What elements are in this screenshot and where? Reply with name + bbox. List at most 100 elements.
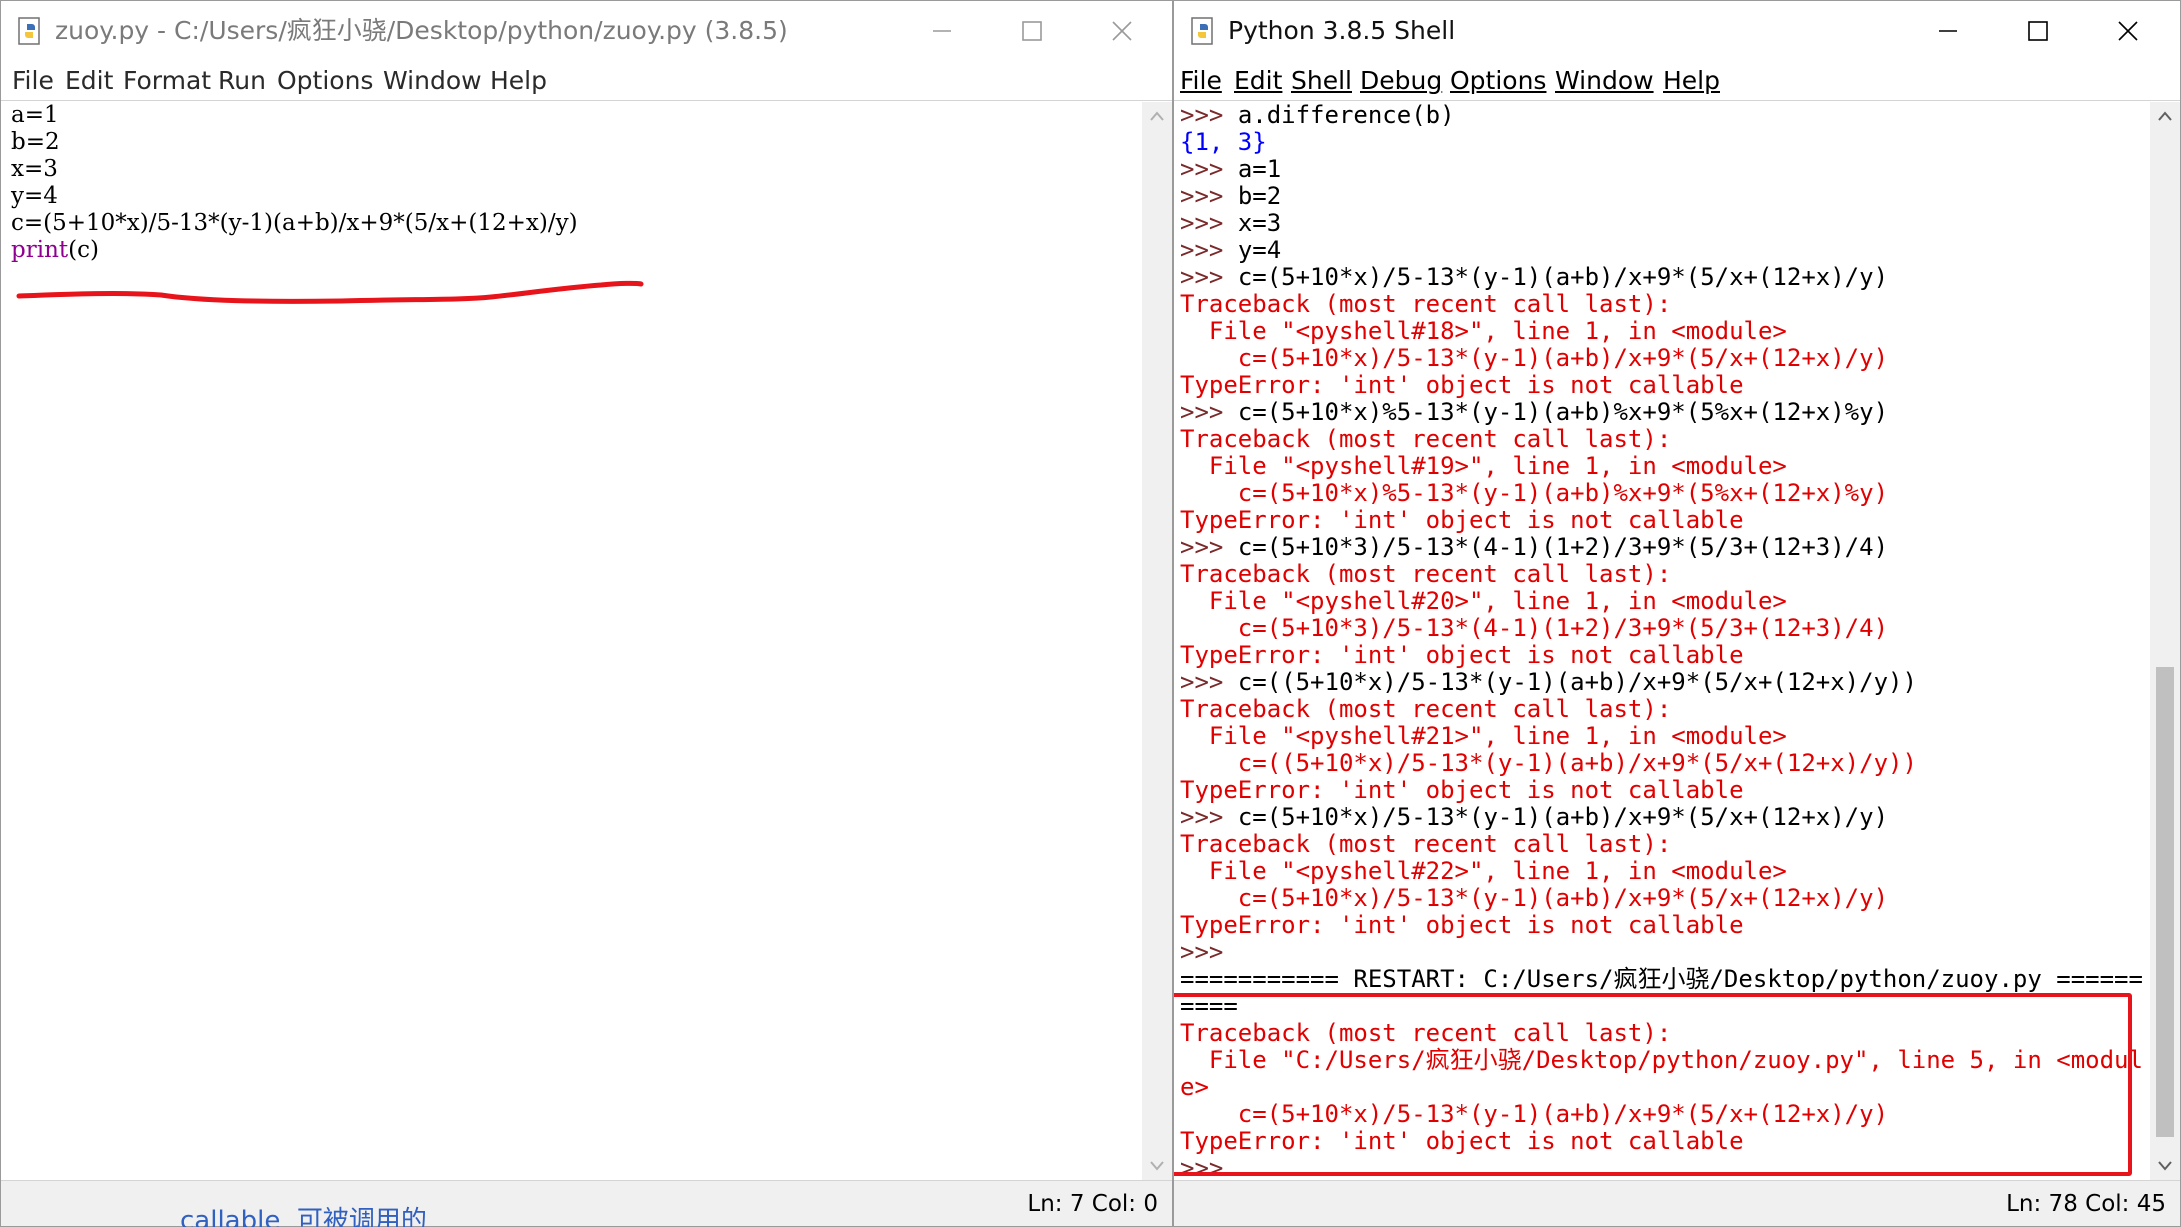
python-file-icon: [18, 17, 40, 45]
editor-window-title: zuoy.py - C:/Users/疯狂小骁/Desktop/python/z…: [55, 16, 788, 45]
editor-titlebar[interactable]: zuoy.py - C:/Users/疯狂小骁/Desktop/python/z…: [1, 1, 1172, 61]
cursor-position: Ln: 7 Col: 0: [1027, 1191, 1158, 1217]
minimize-button[interactable]: [897, 1, 987, 61]
python-shell-icon: [1191, 17, 1213, 45]
scroll-down-arrow-icon[interactable]: [1149, 1160, 1165, 1172]
close-button[interactable]: [2083, 1, 2173, 61]
shell-output: {1, 3}: [1180, 128, 1267, 156]
shell-line: >>> a.difference(b): [1180, 102, 1455, 129]
menu-shell[interactable]: Shell: [1291, 61, 1352, 101]
traceback-line: File "<pyshell#19>", line 1, in <module>: [1180, 452, 1787, 480]
shell-menubar: File Edit Shell Debug Options Window Hel…: [1174, 61, 2180, 101]
menu-edit[interactable]: Edit: [65, 61, 113, 101]
shell-line: >>> x=3: [1180, 210, 1281, 237]
error-line: TypeError: 'int' object is not callable: [1180, 776, 1744, 804]
shell-prompt: >>>: [1180, 182, 1224, 210]
menu-help[interactable]: Help: [490, 61, 547, 101]
menu-label: Help: [1663, 66, 1720, 95]
menu-window[interactable]: Window: [1555, 61, 1654, 101]
shell-line: >>> c=(5+10*x)/5-13*(y-1)(a+b)/x+9*(5/x+…: [1180, 804, 1888, 831]
shell-input: a.difference(b): [1237, 102, 1455, 129]
shell-statusbar: Ln: 78 Col: 45: [1174, 1180, 2180, 1226]
traceback-line: Traceback (most recent call last):: [1180, 830, 1672, 858]
traceback-line: c=((5+10*x)/5-13*(y-1)(a+b)/x+9*(5/x+(12…: [1180, 749, 1917, 777]
traceback-line: Traceback (most recent call last):: [1180, 560, 1672, 588]
background-text: callable 可被调用的: [180, 1206, 427, 1227]
menu-debug[interactable]: Debug: [1360, 61, 1442, 101]
scroll-up-arrow-icon[interactable]: [1149, 110, 1165, 122]
shell-window: Python 3.8.5 Shell File Edit Shell Debug…: [1173, 0, 2181, 1227]
traceback-line: Traceback (most recent call last):: [1180, 425, 1672, 453]
scroll-down-arrow-icon[interactable]: [2157, 1160, 2173, 1172]
menu-file[interactable]: File: [1180, 61, 1222, 101]
shell-output-area[interactable]: >>> a.difference(b) {1, 3} >>> a=1 >>> b…: [1174, 102, 2150, 1180]
traceback-line: c=(5+10*x)/5-13*(y-1)(a+b)/x+9*(5/x+(12+…: [1180, 344, 1889, 372]
traceback-line: Traceback (most recent call last):: [1180, 695, 1672, 723]
menu-help[interactable]: Help: [1663, 61, 1720, 101]
error-line: TypeError: 'int' object is not callable: [1180, 506, 1744, 534]
shell-input: x=3: [1237, 209, 1282, 237]
shell-prompt: >>>: [1180, 398, 1224, 426]
error-line: TypeError: 'int' object is not callable: [1180, 371, 1744, 399]
red-underline-annotation: [16, 280, 644, 304]
shell-prompt: >>>: [1180, 668, 1224, 696]
close-icon: [1112, 21, 1132, 41]
shell-prompt: >>>: [1180, 236, 1224, 264]
shell-input: c=((5+10*x)/5-13*(y-1)(a+b)/x+9*(5/x+(12…: [1237, 668, 1917, 696]
shell-input: c=(5+10*x)%5-13*(y-1)(a+b)%x+9*(5%x+(12+…: [1237, 398, 1889, 426]
shell-line: >>> a=1: [1180, 156, 1281, 183]
traceback-line: c=(5+10*x)/5-13*(y-1)(a+b)/x+9*(5/x+(12+…: [1180, 884, 1889, 912]
error-line: TypeError: 'int' object is not callable: [1180, 641, 1744, 669]
shell-prompt: >>>: [1180, 102, 1224, 129]
shell-input: a=1: [1237, 155, 1282, 183]
shell-prompt: >>>: [1180, 209, 1224, 237]
traceback-line: c=(5+10*x)%5-13*(y-1)(a+b)%x+9*(5%x+(12+…: [1180, 479, 1889, 507]
shell-scrollbar[interactable]: [2150, 102, 2180, 1180]
menu-options[interactable]: Options: [277, 61, 373, 101]
close-icon: [2118, 21, 2138, 41]
minimize-button[interactable]: [1903, 1, 1993, 61]
menu-options[interactable]: Options: [1450, 61, 1546, 101]
maximize-button[interactable]: [987, 1, 1077, 61]
menu-label: Options: [1450, 66, 1547, 95]
error-line: TypeError: 'int' object is not callable: [1180, 911, 1744, 939]
maximize-icon: [2028, 21, 2048, 41]
scroll-up-arrow-icon[interactable]: [2157, 110, 2173, 122]
shell-input: y=4: [1237, 236, 1282, 264]
shell-line: >>> c=(5+10*x)/5-13*(y-1)(a+b)/x+9*(5/x+…: [1180, 264, 1888, 291]
traceback-line: File "<pyshell#21>", line 1, in <module>: [1180, 722, 1787, 750]
maximize-button[interactable]: [1993, 1, 2083, 61]
menu-window[interactable]: Window: [383, 61, 482, 101]
menu-format[interactable]: Format: [123, 61, 211, 101]
shell-input: b=2: [1237, 182, 1282, 210]
cursor-position: Ln: 78 Col: 45: [2006, 1191, 2166, 1217]
restart-line: =========== RESTART: C:/Users/疯狂小骁/Deskt…: [1180, 965, 2143, 993]
minimize-icon: [1939, 30, 1957, 32]
shell-window-title: Python 3.8.5 Shell: [1228, 16, 1456, 45]
menu-label: File: [1180, 66, 1222, 95]
editor-text-area[interactable]: a=1 b=2 x=3 y=4 c=(5+10*x)/5-13*(y-1)(a+…: [1, 102, 1142, 1180]
menu-file[interactable]: File: [12, 61, 54, 101]
menu-label: Shell: [1291, 66, 1352, 95]
menu-run[interactable]: Run: [218, 61, 266, 101]
background-text-strip: callable 可被调用的: [180, 1198, 680, 1227]
shell-line: >>> c=(5+10*x)%5-13*(y-1)(a+b)%x+9*(5%x+…: [1180, 399, 1888, 426]
maximize-icon: [1022, 21, 1042, 41]
menu-edit[interactable]: Edit: [1234, 61, 1282, 101]
shell-line: >>> b=2: [1180, 183, 1281, 210]
shell-line: >>> c=((5+10*x)/5-13*(y-1)(a+b)/x+9*(5/x…: [1180, 669, 1917, 696]
close-button[interactable]: [1077, 1, 1167, 61]
shell-line: >>> c=(5+10*3)/5-13*(4-1)(1+2)/3+9*(5/3+…: [1180, 534, 1888, 561]
shell-prompt: >>>: [1180, 263, 1224, 291]
shell-line: >>>: [1180, 939, 1223, 966]
traceback-line: File "<pyshell#20>", line 1, in <module>: [1180, 587, 1787, 615]
shell-titlebar[interactable]: Python 3.8.5 Shell: [1174, 1, 2180, 61]
traceback-line: File "<pyshell#18>", line 1, in <module>: [1180, 317, 1787, 345]
editor-menubar: File Edit Format Run Options Window Help: [1, 61, 1172, 101]
editor-scrollbar[interactable]: [1142, 102, 1172, 1180]
shell-input: c=(5+10*x)/5-13*(y-1)(a+b)/x+9*(5/x+(12+…: [1237, 803, 1889, 831]
shell-prompt: >>>: [1180, 803, 1224, 831]
scrollbar-thumb[interactable]: [2156, 667, 2174, 1137]
traceback-line: c=(5+10*3)/5-13*(4-1)(1+2)/3+9*(5/3+(12+…: [1180, 614, 1889, 642]
shell-input: c=(5+10*3)/5-13*(4-1)(1+2)/3+9*(5/3+(12+…: [1237, 533, 1889, 561]
